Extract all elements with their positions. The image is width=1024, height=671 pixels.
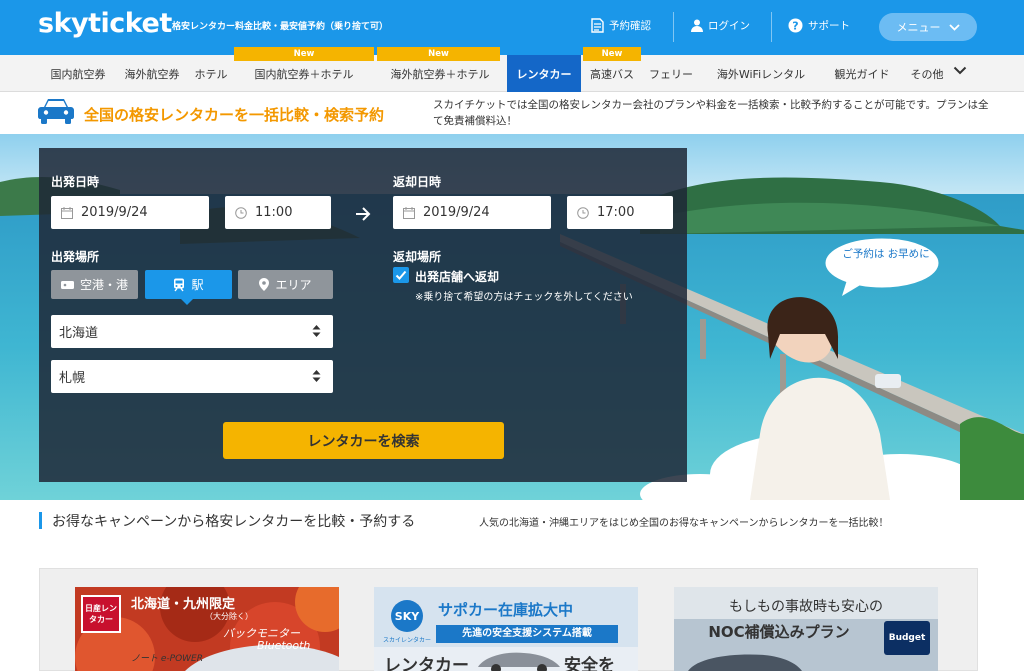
new-badge: New [234,47,374,61]
menu-label: メニュー [896,21,941,34]
departure-time-value: 11:00 [255,205,293,220]
departure-date-value: 2019/9/24 [81,205,148,220]
segment-airport-port[interactable]: 空港・港 [51,270,138,299]
search-rental-car-button[interactable]: レンタカーを検索 [223,422,504,459]
header-divider [771,12,772,42]
login-link[interactable]: ログイン [691,18,750,33]
speech-bubble [825,238,939,296]
return-time-value: 17:00 [597,205,635,220]
main-nav: 国内航空券 海外航空券 ホテル 国内航空券＋ホテル 海外航空券＋ホテル レンタカ… [0,55,1024,92]
card-sub: （大分除く） [205,612,253,621]
document-icon [591,18,604,33]
select-arrows-icon [312,325,321,337]
clock-icon [577,206,589,219]
campaign-section-description: 人気の北海道・沖縄エリアをはじめ全国のお得なキャンペーンからレンタカーを一括比較… [479,518,889,529]
card-bottom-right: 安全を [564,656,615,671]
campaign-card-sky-rentacar[interactable]: SKY スカイレンタカー サポカー在庫拡大中 先進の安全支援システム搭載 レンタ… [374,587,638,671]
section-accent-bar [39,512,42,529]
nissan-logo: 日産レンタカー [81,595,121,633]
car-icon [38,99,74,124]
checkmark-icon [395,270,407,280]
bubble-message: ご予約は お早めに [842,248,930,260]
nav-wifi-rental[interactable]: 海外WiFiレンタル [701,55,821,92]
segment-area[interactable]: エリア [238,270,333,299]
segment-label: 駅 [191,278,204,292]
calendar-icon [61,206,73,219]
map-pin-icon [259,278,270,291]
segment-label: エリア [275,278,312,292]
return-time-input[interactable]: 17:00 [567,196,673,229]
sky-brand-sub: スカイレンタカー [382,637,431,644]
segment-label: 空港・港 [79,278,128,292]
select-arrows-icon [312,370,321,382]
chevron-down-icon [948,23,960,31]
help-icon: ? [788,18,803,33]
reservation-check-label: 予約確認 [609,20,651,32]
support-label: サポート [808,20,850,32]
prefecture-select[interactable]: 北海道 [51,315,333,348]
return-date-input[interactable]: 2019/9/24 [393,196,551,229]
nav-rental-car[interactable]: レンタカー [507,55,581,92]
campaign-card-nissan[interactable]: 日産レンタカー 北海道・九州限定 （大分除く） バックモニター Bluetoot… [75,587,339,671]
campaign-card-budget[interactable]: もしもの事故時も安心の NOC補償込みプラン Budget [674,587,938,671]
return-date-value: 2019/9/24 [423,205,490,220]
card-headline: もしもの事故時も安心の [729,599,883,615]
new-badge: New [377,47,500,61]
return-datetime-label: 返却日時 [393,175,442,189]
budget-logo: Budget [884,621,930,655]
return-same-store-label: 出発店舗へ返却 [415,270,500,284]
new-badge: New [583,47,641,61]
train-icon [174,278,185,291]
ticket-icon [60,280,74,289]
campaign-section-title: お得なキャンペーンから格安レンタカーを比較・予約する [52,514,416,530]
return-note: ※乗り捨て希望の方はチェックを外してください [415,292,633,303]
card-headline: サポカー在庫拡大中 [438,601,574,619]
svg-text:SKY: SKY [395,610,420,623]
active-segment-pointer [181,299,193,305]
station-select[interactable]: 札幌 [51,360,333,393]
nav-international-flights[interactable]: 海外航空券 [116,55,188,92]
departure-time-input[interactable]: 11:00 [225,196,331,229]
site-logo[interactable]: skyticket [38,8,172,39]
page-description: スカイチケットでは全国の格安レンタカー会社のプランや料金を一括検索・比較予約する… [433,99,989,127]
support-link[interactable]: ? サポート [788,18,850,33]
nav-domestic-flights[interactable]: 国内航空券 [40,55,116,92]
prefecture-value: 北海道 [59,326,99,341]
page-title: 全国の格安レンタカーを一括比較・検索予約 [84,106,385,124]
departure-place-label: 出発場所 [51,250,100,264]
car-image [688,654,802,671]
nav-hotel[interactable]: ホテル [188,55,234,92]
calendar-icon [403,206,415,219]
card-feature-2: Bluetooth [257,639,311,652]
card-sub: NOC補償込みプラン [708,623,850,641]
svg-text:?: ? [792,20,798,33]
arrow-right-icon [356,207,371,221]
chevron-down-icon[interactable] [953,66,967,75]
return-place-label: 返却場所 [393,250,442,264]
header-divider [673,12,674,42]
sky-logo-icon: SKY [391,600,423,632]
user-icon [691,19,703,32]
station-value: 札幌 [59,371,86,386]
card-model: ノート e-POWER [131,654,203,664]
clock-icon [235,206,247,219]
departure-datetime-label: 出発日時 [51,175,100,189]
card-headline: 北海道・九州限定 [131,597,236,612]
header-tagline: 格安レンタカー料金比較・最安値予約（乗り捨て可） [172,22,389,32]
nav-ferry[interactable]: フェリー [641,55,701,92]
car-image [478,652,560,671]
login-label: ログイン [708,20,750,32]
return-same-store-checkbox[interactable] [393,267,409,283]
segment-station[interactable]: 駅 [145,270,232,299]
nav-other[interactable]: その他 [901,55,953,92]
card-sub: 先進の安全支援システム搭載 [436,625,618,643]
site-header: skyticket 格安レンタカー料金比較・最安値予約（乗り捨て可） 予約確認 … [0,0,1024,55]
departure-date-input[interactable]: 2019/9/24 [51,196,209,229]
menu-button[interactable]: メニュー [879,13,977,41]
reservation-check-link[interactable]: 予約確認 [591,18,651,33]
card-bottom-left: レンタカー [384,656,469,671]
nav-travel-guide[interactable]: 観光ガイド [823,55,901,92]
